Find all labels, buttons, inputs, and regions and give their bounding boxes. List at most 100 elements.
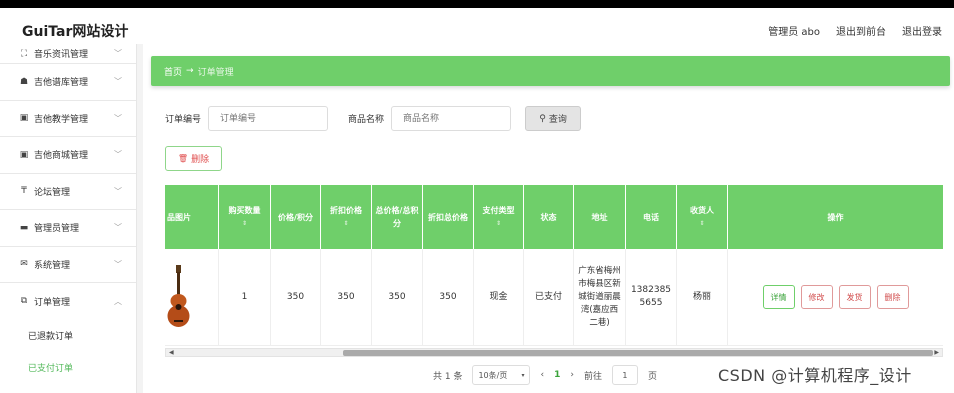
sidebar-item-admin[interactable]: ▬ 管理员管理 ﹀ [0, 210, 136, 247]
batch-delete-label: 删除 [191, 155, 210, 165]
sort-icon: ⇕ [343, 220, 349, 227]
scroll-left-icon[interactable]: ◀ [169, 349, 174, 357]
ship-button[interactable]: 发货 [838, 285, 871, 309]
admin-user: 管理员 abo [768, 27, 820, 38]
chevron-down-icon: ﹀ [114, 77, 122, 87]
library-icon: ☗ [19, 76, 29, 87]
mail-icon: ✉ [20, 259, 28, 270]
col-header-label: 折扣价格 [330, 206, 362, 215]
cell-status: 已支付 [524, 249, 574, 345]
col-pay-type[interactable]: 支付类型 ⇕ [474, 185, 524, 249]
sidebar-sub-refunded-orders[interactable]: 已退款订单 [0, 320, 136, 352]
search-button-label: 查询 [548, 115, 567, 125]
cell-discount-total: 350 [423, 249, 474, 345]
search-button[interactable]: ⚲ 查询 [525, 106, 582, 131]
sidebar-item-orders[interactable]: ⧉ 订单管理 ︿ [0, 283, 136, 320]
sidebar-item-system[interactable]: ✉ 系统管理 ﹀ [0, 247, 136, 283]
batch-delete-button[interactable]: 🗑 删除 [165, 146, 222, 171]
search-row: 订单编号 商品名称 ⚲查询 [165, 106, 582, 131]
cell-actions: 详情 修改 发货 删除 [728, 249, 943, 345]
prev-page-button[interactable]: ‹ [540, 370, 544, 380]
col-price[interactable]: 价格/积分 [271, 185, 321, 249]
pager-total: 共 1 条 [433, 371, 463, 382]
trash-icon: 🗑 [177, 154, 189, 163]
col-header-label: 操作 [827, 212, 844, 222]
sidebar-item-tabs[interactable]: ☗ 吉他谱库管理 ﹀ [0, 64, 136, 101]
order-icon: ⧉ [20, 296, 28, 307]
breadcrumb-current: 订单管理 [197, 67, 234, 78]
col-status[interactable]: 状态 [524, 185, 574, 249]
col-address[interactable]: 地址 [574, 185, 626, 249]
page-size-select[interactable]: 10条/页 ▾ [472, 365, 531, 385]
col-header-label: 支付类型 [482, 206, 515, 215]
col-phone[interactable]: 电话 [626, 185, 677, 249]
goods-name-input[interactable] [391, 106, 512, 131]
logout-link[interactable]: 退出登录 [902, 23, 942, 38]
col-header-label: 折扣总价格 [428, 212, 468, 222]
col-discount-total[interactable]: 折扣总价格 [423, 185, 474, 249]
sidebar: ⛶ 音乐资讯管理 ﹀ ☗ 吉他谱库管理 ﹀ ▣ 吉他教学管理 ﹀ ▣ 吉他商城管理 ﹀ ₸ 论坛管… [0, 44, 137, 393]
chevron-down-icon: ﹀ [114, 223, 122, 233]
window-top-bar [0, 0, 954, 8]
cell-pay-type: 现金 [474, 249, 524, 345]
delete-button[interactable]: 删除 [876, 285, 909, 309]
sidebar-item-label: 音乐资讯管理 [34, 50, 89, 60]
cell-qty: 1 [219, 249, 271, 345]
watermark: CSDN @计算机程序_设计 [718, 366, 912, 385]
breadcrumb-home[interactable]: 首页 [164, 65, 182, 78]
col-receiver[interactable]: 收货人 ⇕ [677, 185, 728, 249]
cell-image [165, 249, 219, 345]
sidebar-item-mall[interactable]: ▣ 吉他商城管理 ﹀ [0, 137, 136, 174]
guitar-image [167, 265, 190, 327]
exit-to-front-link[interactable]: 退出到前台 [836, 23, 886, 38]
main-area: 首页 → 订单管理 订单编号 商品名称 ⚲查询 🗑删除 品图片 购买数量⇕ 价格… [137, 44, 954, 393]
scrollbar-thumb[interactable] [343, 350, 933, 356]
page-size-value: 10条/页 [478, 370, 508, 380]
cell-receiver: 杨丽 [677, 249, 728, 345]
page-unit-label: 页 [647, 371, 657, 382]
chevron-down-icon: ﹀ [114, 113, 122, 123]
cell-total: 350 [372, 249, 423, 345]
horizontal-scrollbar[interactable]: ◀ ▶ [165, 348, 943, 357]
scroll-right-icon[interactable]: ▶ [934, 349, 939, 357]
col-discount[interactable]: 折扣价格 ⇕ [321, 185, 372, 249]
book-icon: ▣ [19, 113, 29, 124]
clipboard-icon: ▣ [19, 149, 29, 160]
table-header: 品图片 购买数量 ⇕ 价格/积分 折扣价格 ⇕ 总价格/总积分 折扣总价格 支付类型… [165, 185, 943, 249]
chevron-down-icon: ﹀ [114, 186, 122, 196]
col-header-label: 状态 [540, 212, 557, 222]
edit-button[interactable]: 修改 [800, 285, 833, 309]
sidebar-item-label: 吉他商城管理 [34, 151, 89, 162]
sidebar-item-forum[interactable]: ₸ 论坛管理 ﹀ [0, 174, 136, 210]
top-header: GuiTar网站设计 管理员 abo 退出到前台 退出登录 [0, 8, 954, 44]
chevron-down-icon: ﹀ [114, 259, 122, 269]
col-header-label: 价格/积分 [278, 212, 313, 222]
sidebar-item-music-news[interactable]: ⛶ 音乐资讯管理 ﹀ [0, 44, 136, 64]
order-number-input[interactable] [208, 106, 329, 131]
sort-icon: ⇕ [699, 220, 705, 227]
sidebar-item-label: 吉他教学管理 [34, 114, 89, 125]
cell-price: 350 [271, 249, 321, 345]
cell-address: 广东省梅州市梅县区新城街道丽晨湾(嘉应西二巷) [574, 249, 626, 345]
col-header-label: 电话 [643, 212, 659, 222]
page-number-current[interactable]: 1 [554, 370, 560, 380]
search-icon: ⚲ [539, 113, 546, 124]
sidebar-item-label: 管理员管理 [34, 224, 80, 235]
goto-label: 前往 [583, 371, 602, 382]
content-panel: 首页 → 订单管理 订单编号 商品名称 ⚲查询 🗑删除 品图片 购买数量⇕ 价格… [143, 44, 954, 393]
sidebar-item-label: 论坛管理 [34, 187, 71, 198]
arrow-right-icon: → [186, 66, 194, 76]
sidebar-item-teaching[interactable]: ▣ 吉他教学管理 ﹀ [0, 101, 136, 137]
sidebar-item-label: 订单管理 [34, 297, 71, 308]
col-qty[interactable]: 购买数量 ⇕ [219, 185, 271, 249]
detail-button[interactable]: 详情 [762, 285, 795, 309]
col-actions: 操作 [728, 185, 943, 249]
sidebar-sub-paid-orders[interactable]: 已支付订单 [0, 352, 136, 384]
col-image[interactable]: 品图片 [165, 185, 219, 249]
goto-page-input[interactable]: 1 [611, 365, 638, 385]
sort-icon: ⇕ [495, 220, 502, 227]
cell-phone: 13823855655 [626, 249, 677, 345]
col-total[interactable]: 总价格/总积分 [372, 185, 423, 249]
fullscreen-icon: ⛶ [20, 48, 28, 59]
next-page-button[interactable]: › [570, 370, 574, 380]
